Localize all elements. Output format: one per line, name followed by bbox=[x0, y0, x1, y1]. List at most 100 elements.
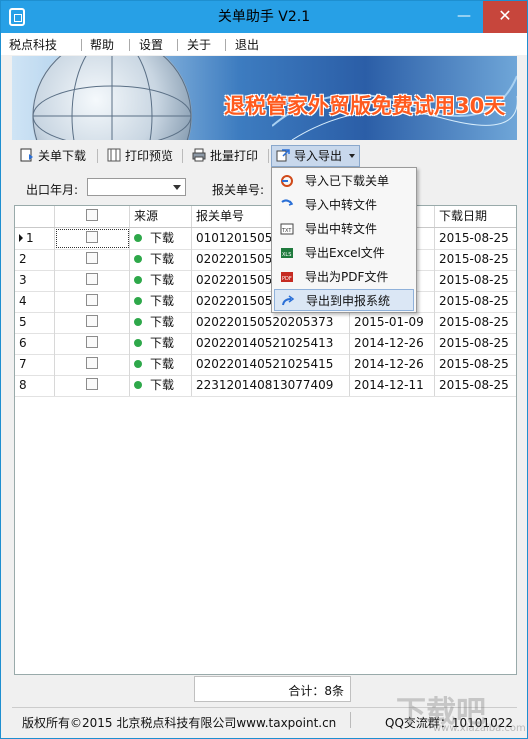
customs-no-cell: 020220140521025415 bbox=[192, 354, 350, 375]
table-row[interactable]: 5 下载 020220150520205373 2015-01-09 2015-08-2… bbox=[15, 312, 516, 334]
source-cell: 下载 bbox=[130, 249, 192, 270]
row-number: 4 bbox=[19, 294, 27, 308]
source-cell: 下载 bbox=[130, 270, 192, 291]
source-cell: 下载 bbox=[130, 333, 192, 354]
row-number: 1 bbox=[26, 231, 34, 245]
toolbar-separator bbox=[182, 149, 183, 163]
row-select-cell[interactable] bbox=[55, 354, 130, 375]
row-select-cell[interactable] bbox=[55, 249, 130, 270]
source-text: 下载 bbox=[150, 273, 175, 287]
import-export-label: 导入导出 bbox=[294, 149, 343, 163]
row-checkbox[interactable] bbox=[86, 336, 98, 348]
row-select-cell[interactable] bbox=[55, 270, 130, 291]
table-row[interactable]: 7 下载 020220140521025415 2014-12-26 2015-08-2… bbox=[15, 354, 516, 376]
import-export-button[interactable]: 导入导出 bbox=[271, 145, 360, 167]
row-checkbox[interactable] bbox=[86, 252, 98, 264]
download-button[interactable]: 关单下载 bbox=[20, 146, 86, 166]
status-dot-icon bbox=[134, 255, 142, 263]
svg-text:TXT: TXT bbox=[281, 228, 292, 234]
minimize-button[interactable]: — bbox=[447, 1, 481, 33]
menu-label: 导出中转文件 bbox=[305, 222, 378, 236]
row-select-cell[interactable] bbox=[55, 312, 130, 333]
row-number: 7 bbox=[19, 357, 27, 371]
customs-no-label: 报关单号: bbox=[212, 183, 265, 197]
export-month-select[interactable] bbox=[87, 178, 186, 196]
customs-grid: 来源 报关单号 下载日期 1 下载 01012015051 2015-08-25 2 下载… bbox=[14, 205, 517, 675]
download-date-cell: 2015-08-25 bbox=[439, 315, 509, 329]
total-box: 合计：8条 bbox=[194, 676, 351, 702]
grid-header: 来源 报关单号 下载日期 bbox=[15, 206, 516, 228]
menu-export-pdf[interactable]: PDF 导出为PDF文件 bbox=[274, 266, 414, 288]
row-checkbox[interactable] bbox=[86, 378, 98, 390]
filter-bar: 出口年月: 报关单号: bbox=[12, 173, 517, 201]
menu-about[interactable]: 关于 bbox=[187, 36, 211, 54]
status-dot-icon bbox=[134, 360, 142, 368]
share-arrow-icon bbox=[282, 295, 295, 306]
row-checkbox[interactable] bbox=[86, 315, 98, 327]
source-cell: 下载 bbox=[130, 291, 192, 312]
close-button[interactable]: ✕ bbox=[483, 1, 527, 33]
row-number-cell: 6 bbox=[15, 333, 55, 354]
row-select-cell[interactable] bbox=[55, 228, 130, 249]
menu-bar: 税点科技 帮助 设置 关于 退出 bbox=[1, 33, 527, 55]
header-download-date[interactable]: 下载日期 bbox=[435, 206, 516, 227]
status-dot-icon bbox=[134, 318, 142, 326]
menu-taxpoint[interactable]: 税点科技 bbox=[9, 36, 57, 54]
print-preview-button[interactable]: 打印预览 bbox=[107, 146, 173, 166]
row-checkbox[interactable] bbox=[86, 357, 98, 369]
menu-import-transfer[interactable]: 导入中转文件 bbox=[274, 194, 414, 216]
row-number: 5 bbox=[19, 315, 27, 329]
source-cell: 下载 bbox=[130, 354, 192, 375]
header-source[interactable]: 来源 bbox=[130, 206, 192, 227]
menu-import-downloaded[interactable]: 导入已下载关单 bbox=[274, 170, 414, 192]
current-row-icon bbox=[19, 234, 23, 242]
header-row-indicator bbox=[15, 206, 55, 227]
export-date-cell: 2014-12-26 bbox=[350, 333, 435, 354]
menu-export-declaration[interactable]: 导出到申报系统 bbox=[274, 289, 414, 311]
status-dot-icon bbox=[134, 234, 142, 242]
title-bar[interactable]: 关单助手 V2.1 — ✕ bbox=[1, 1, 527, 33]
row-number: 3 bbox=[19, 273, 27, 287]
table-row[interactable]: 1 下载 01012015051 2015-08-25 bbox=[15, 228, 516, 250]
row-select-cell[interactable] bbox=[55, 333, 130, 354]
menu-label: 导出为PDF文件 bbox=[305, 270, 389, 284]
menu-label: 导出Excel文件 bbox=[305, 246, 385, 260]
source-text: 下载 bbox=[150, 378, 175, 392]
promo-banner[interactable]: 退税管家外贸版免费试用30天 bbox=[12, 56, 517, 140]
menu-export-excel[interactable]: XLS 导出Excel文件 bbox=[274, 242, 414, 264]
row-checkbox[interactable] bbox=[86, 294, 98, 306]
status-dot-icon bbox=[134, 381, 142, 389]
menu-help[interactable]: 帮助 bbox=[90, 36, 114, 54]
row-checkbox[interactable] bbox=[86, 231, 98, 243]
table-row[interactable]: 3 下载 02022015052 2015-08-25 bbox=[15, 270, 516, 292]
table-row[interactable]: 2 下载 02022015052 2015-08-25 bbox=[15, 249, 516, 271]
batch-print-button[interactable]: 批量打印 bbox=[192, 146, 258, 166]
source-cell: 下载 bbox=[130, 228, 192, 249]
table-row[interactable]: 8 下载 223120140813077409 2014-12-11 2015-08-2… bbox=[15, 375, 516, 397]
row-number: 6 bbox=[19, 336, 27, 350]
table-row[interactable]: 6 下载 020220140521025413 2014-12-26 2015-08-2… bbox=[15, 333, 516, 355]
row-select-cell[interactable] bbox=[55, 291, 130, 312]
import-export-menu: 导入已下载关单 导入中转文件 TXT 导出中转文件 XLS 导出Excel文件 … bbox=[271, 167, 417, 313]
globe-grid-lines bbox=[32, 56, 192, 140]
row-select-cell[interactable] bbox=[55, 375, 130, 396]
source-text: 下载 bbox=[150, 336, 175, 350]
menu-export-transfer[interactable]: TXT 导出中转文件 bbox=[274, 218, 414, 240]
menu-label: 导入已下载关单 bbox=[305, 174, 390, 188]
download-date-cell: 2015-08-25 bbox=[439, 273, 509, 287]
status-separator bbox=[350, 712, 351, 728]
status-dot-icon bbox=[134, 297, 142, 305]
menu-separator bbox=[81, 39, 82, 51]
excel-icon: XLS bbox=[281, 248, 293, 258]
import-icon bbox=[281, 175, 293, 187]
customs-no-cell: 223120140813077409 bbox=[192, 375, 350, 396]
menu-exit[interactable]: 退出 bbox=[235, 36, 259, 54]
select-all-checkbox[interactable] bbox=[86, 209, 98, 221]
table-row[interactable]: 4 下载 02022015052 2015-08-25 bbox=[15, 291, 516, 313]
source-cell: 下载 bbox=[130, 375, 192, 396]
row-checkbox[interactable] bbox=[86, 273, 98, 285]
customs-no-cell: 020220140521025413 bbox=[192, 333, 350, 354]
menu-settings[interactable]: 设置 bbox=[139, 36, 163, 54]
download-date-cell: 2015-08-25 bbox=[439, 336, 509, 350]
header-select-all[interactable] bbox=[55, 206, 130, 227]
